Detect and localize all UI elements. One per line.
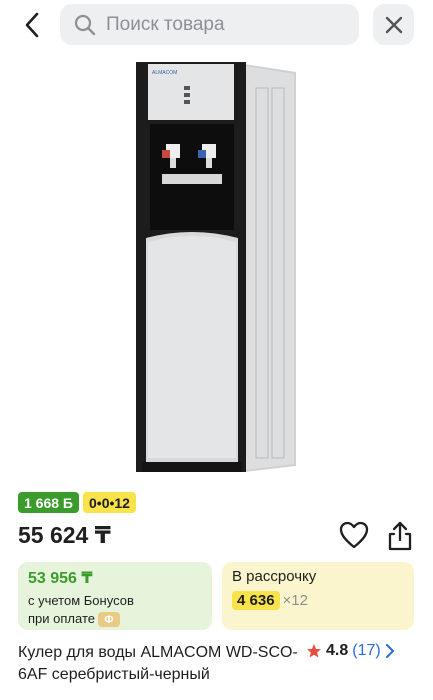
- search-bar[interactable]: [60, 4, 359, 45]
- product-title: Кулер для воды ALMACOM WD-SCO-6AF серебр…: [18, 644, 298, 683]
- installment-card[interactable]: В рассрочку 4 636 ×12: [222, 562, 414, 630]
- bonus-price: 53 956 ₸: [28, 570, 93, 587]
- favorite-button[interactable]: [338, 520, 370, 550]
- back-button[interactable]: [14, 9, 50, 41]
- close-button[interactable]: [373, 4, 414, 45]
- reviews-link[interactable]: (17): [352, 642, 380, 660]
- bonus-note-line1: с учетом Бонусов: [28, 593, 134, 608]
- bonus-price-card[interactable]: 53 956 ₸ с учетом Бонусов при оплате Ф: [18, 562, 212, 630]
- share-button[interactable]: [384, 520, 416, 552]
- installment-badge: 0•0•12: [83, 492, 136, 513]
- bonus-note-line2: при оплате: [28, 611, 95, 626]
- product-image[interactable]: ALMACOM: [132, 58, 302, 480]
- search-icon: [74, 14, 96, 35]
- heart-icon: [339, 521, 369, 549]
- installment-title: В рассрочку: [232, 568, 317, 585]
- product-price: 55 624 ₸: [18, 522, 111, 548]
- chevron-right-icon: [385, 644, 394, 658]
- share-icon: [388, 521, 412, 551]
- rating[interactable]: 4.8 (17): [306, 642, 395, 660]
- promo-badges: 1 668 Б 0•0•12: [18, 492, 136, 513]
- top-bar: [0, 0, 433, 52]
- installment-multiplier: ×12: [282, 592, 308, 609]
- close-icon: [385, 16, 402, 33]
- bonus-note: с учетом Бонусов при оплате Ф: [28, 592, 202, 628]
- installment-monthly: 4 636: [232, 591, 280, 610]
- brand-logo-text: ALMACOM: [152, 70, 177, 76]
- rating-score: 4.8: [326, 642, 349, 659]
- star-icon: [307, 644, 321, 658]
- kaspi-icon: Ф: [97, 612, 120, 628]
- search-input[interactable]: [106, 13, 336, 36]
- chevron-left-icon: [25, 12, 39, 38]
- bonus-badge: 1 668 Б: [18, 492, 79, 513]
